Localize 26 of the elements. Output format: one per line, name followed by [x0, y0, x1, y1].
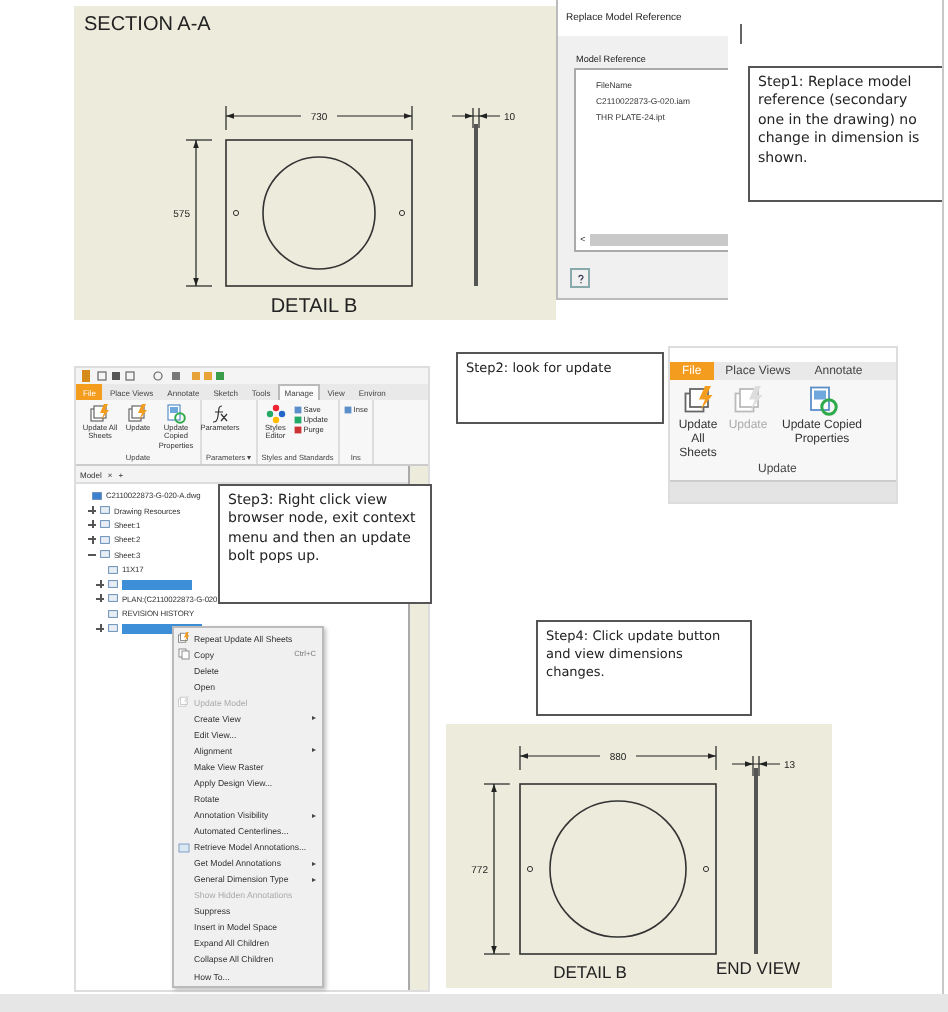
update-bolt-icon — [733, 386, 763, 416]
view-label: DETAIL B — [270, 296, 358, 318]
expand-toggle[interactable] — [88, 506, 96, 515]
text-cursor — [740, 24, 742, 44]
selected-tree-item[interactable] — [122, 579, 192, 590]
update-bolt-icon — [683, 386, 713, 416]
update-bolt-icon — [178, 696, 190, 709]
copy-icon — [178, 648, 190, 661]
dimension-line — [731, 755, 781, 777]
help-button[interactable] — [570, 268, 590, 288]
dimension-line — [451, 107, 501, 129]
scrollbar-thumb[interactable] — [590, 233, 728, 245]
view-label: DETAIL B — [553, 962, 627, 982]
expand-toggle[interactable] — [88, 520, 96, 529]
view-title: SECTION A-A — [84, 14, 211, 36]
expand-toggle[interactable] — [96, 594, 104, 603]
expand-toggle[interactable] — [96, 580, 104, 589]
color-dots-icon — [265, 404, 286, 424]
function-icon — [210, 404, 230, 424]
expand-toggle[interactable] — [96, 624, 104, 633]
view-label: END VIEW — [715, 958, 801, 978]
document-refresh-icon — [807, 386, 837, 416]
help-icon — [575, 273, 585, 283]
expand-toggle[interactable] — [88, 535, 96, 544]
drawing-file-icon — [92, 491, 102, 500]
update-bolt-icon — [178, 632, 190, 645]
